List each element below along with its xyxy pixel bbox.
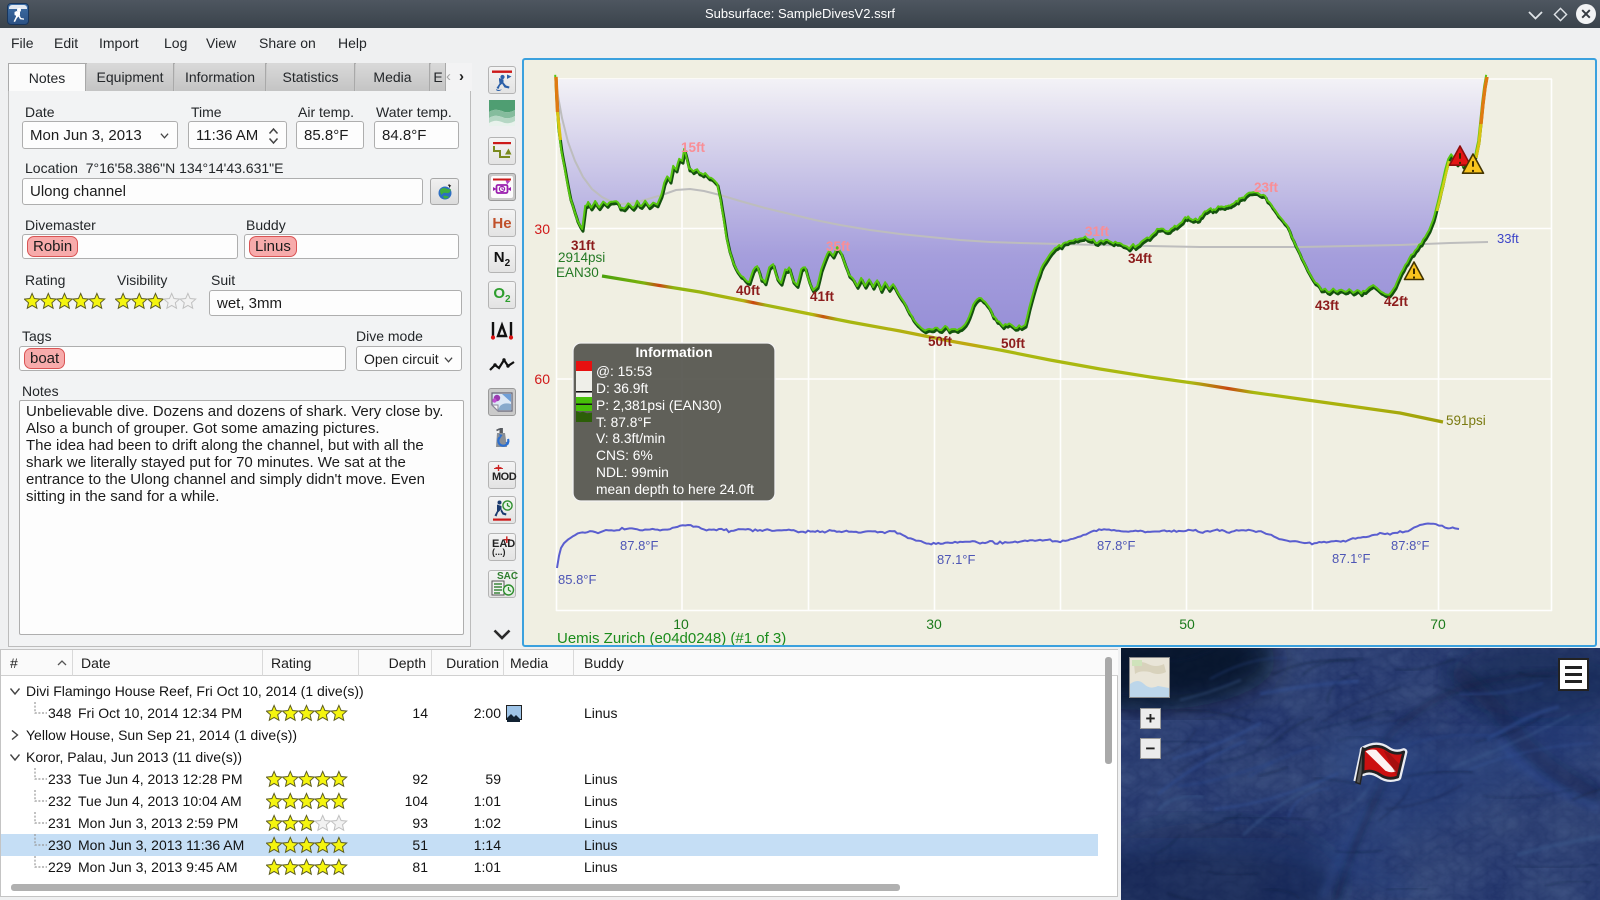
svg-text:D: 36.9ft: D: 36.9ft <box>596 381 648 396</box>
svg-text:2914psi: 2914psi <box>558 250 605 265</box>
svg-text:41ft: 41ft <box>810 289 835 304</box>
svg-text:V: 8.3ft/min: V: 8.3ft/min <box>596 431 665 446</box>
svg-text:50ft: 50ft <box>928 334 953 349</box>
svg-text:15ft: 15ft <box>681 140 706 155</box>
svg-text:50ft: 50ft <box>1001 336 1026 351</box>
svg-text:70: 70 <box>1430 616 1446 632</box>
svg-text:85.8°F: 85.8°F <box>558 572 597 587</box>
svg-text:T: 87.8°F: T: 87.8°F <box>596 415 651 430</box>
svg-text:87.1°F: 87.1°F <box>937 552 976 567</box>
svg-text:43ft: 43ft <box>1315 298 1340 313</box>
svg-text:mean depth to here 24.0ft: mean depth to here 24.0ft <box>596 482 754 497</box>
svg-text:591psi: 591psi <box>1446 413 1486 428</box>
svg-text:CNS: 6%: CNS: 6% <box>596 448 653 463</box>
svg-text:50: 50 <box>1179 616 1195 632</box>
svg-text:EAN30: EAN30 <box>556 265 599 280</box>
svg-text:87.1°F: 87.1°F <box>1332 551 1371 566</box>
svg-text:23ft: 23ft <box>1254 180 1279 195</box>
svg-text:87.8°F: 87.8°F <box>1097 538 1136 553</box>
svg-text:Uemis Zurich (e04d0248) (#1 of: Uemis Zurich (e04d0248) (#1 of 3) <box>557 630 786 645</box>
svg-text:31ft: 31ft <box>1085 224 1110 239</box>
svg-text:35ft: 35ft <box>826 239 851 254</box>
svg-text:Information: Information <box>636 344 713 360</box>
svg-text:30: 30 <box>534 221 550 237</box>
svg-text:P: 2,381psi (EAN30): P: 2,381psi (EAN30) <box>596 398 722 413</box>
svg-text:87.8°F: 87.8°F <box>620 538 659 553</box>
svg-text:34ft: 34ft <box>1128 251 1153 266</box>
svg-text:30: 30 <box>926 616 942 632</box>
svg-text:87:8°F: 87:8°F <box>1391 538 1430 553</box>
svg-text:60: 60 <box>534 371 550 387</box>
svg-text:40ft: 40ft <box>736 283 761 298</box>
svg-text:42ft: 42ft <box>1384 294 1409 309</box>
svg-text:@: 15:53: @: 15:53 <box>596 364 653 379</box>
svg-text:33ft: 33ft <box>1497 231 1519 246</box>
svg-text:NDL: 99min: NDL: 99min <box>596 465 669 480</box>
